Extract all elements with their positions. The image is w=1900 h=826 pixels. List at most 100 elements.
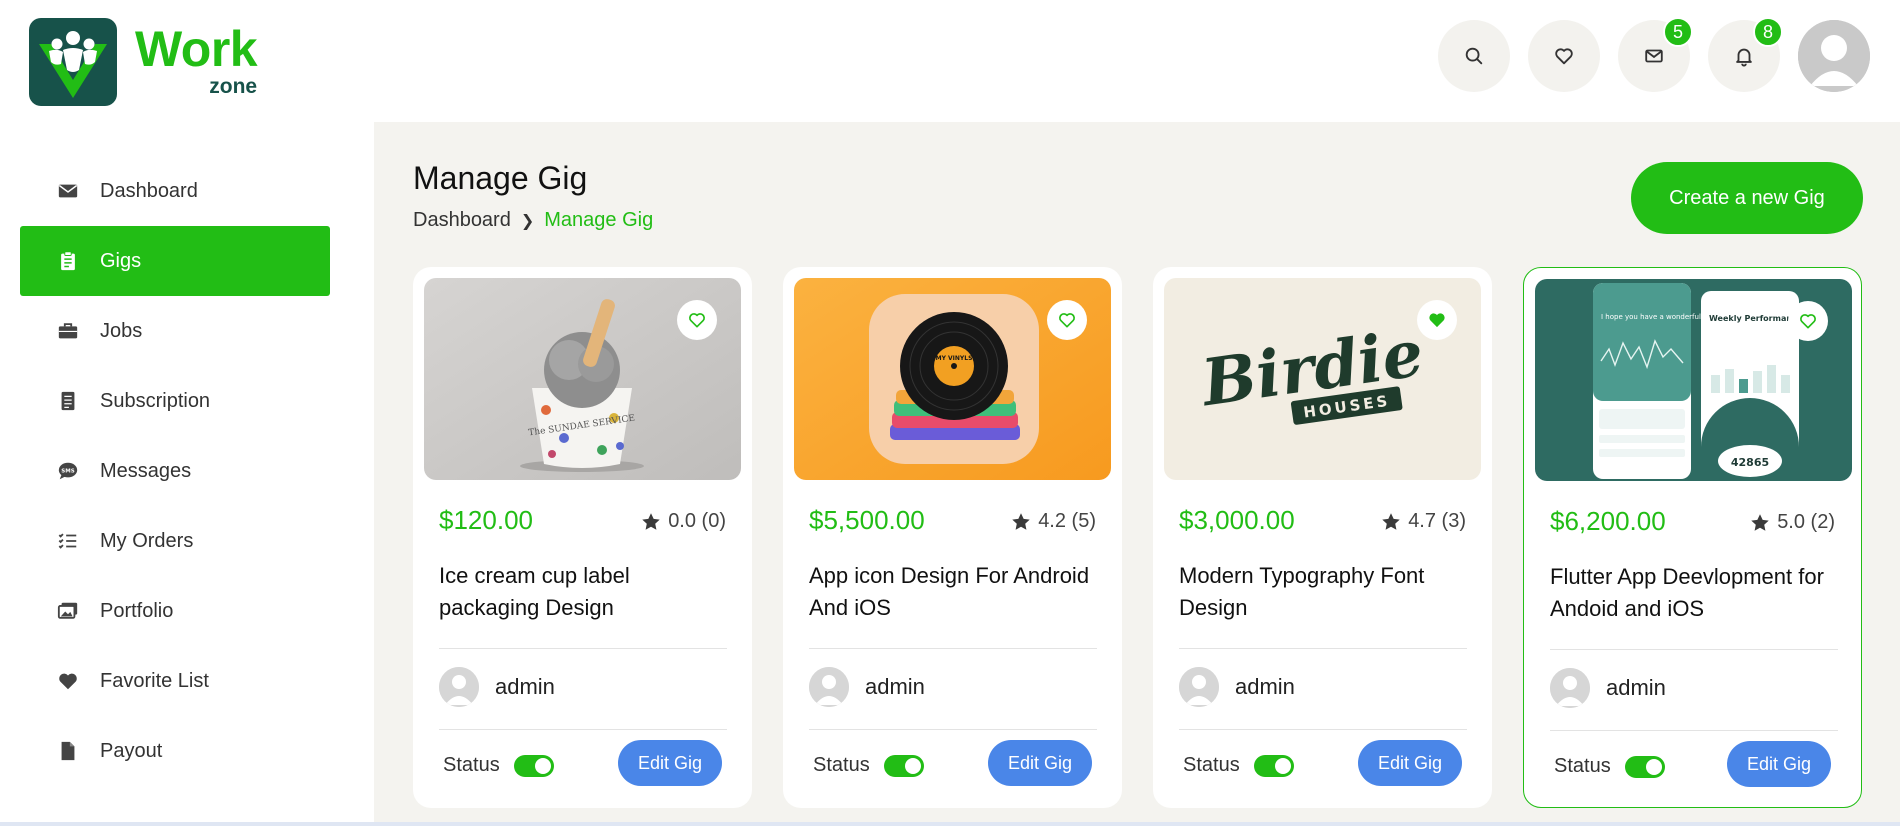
gig-price: $5,500.00 <box>809 505 925 535</box>
gig-price: $6,200.00 <box>1550 506 1666 536</box>
edit-gig-button[interactable]: Edit Gig <box>1358 740 1462 786</box>
edit-gig-button[interactable]: Edit Gig <box>1727 741 1831 787</box>
gig-card[interactable]: The SUNDAE SERVICE $120.00 0.0 (0) Ice c… <box>413 267 752 808</box>
heart-filled-icon <box>1429 313 1445 328</box>
bell-icon <box>1736 48 1752 67</box>
brand-subname: zone <box>209 75 258 98</box>
star-icon <box>1012 512 1030 530</box>
breadcrumb: Dashboard ❯ Manage Gig <box>413 209 653 232</box>
vinyl-label-text: MY VINYLS <box>936 355 973 362</box>
gig-status: Status <box>443 754 554 777</box>
sidebar-item-jobs[interactable]: Jobs <box>20 296 330 366</box>
sidebar-item-gigs[interactable]: Gigs <box>20 226 330 296</box>
heart-icon <box>1555 48 1573 65</box>
status-label: Status <box>1554 755 1611 777</box>
gig-status: Status <box>813 754 924 777</box>
status-toggle[interactable] <box>513 754 554 777</box>
sidebar-item-dashboard[interactable]: Dashboard <box>20 156 330 226</box>
app-root: Work zone 5 8 Dashboard Gigs Jobs Subscr… <box>0 0 1900 826</box>
breadcrumb-current: Manage Gig <box>544 209 654 231</box>
gig-rating-value: 0.0 (0) <box>668 510 726 532</box>
status-toggle[interactable] <box>1624 755 1665 778</box>
clipboard-icon <box>56 249 80 273</box>
images-icon <box>56 599 80 623</box>
brand-name: Work <box>135 21 258 77</box>
card-divider <box>439 648 727 649</box>
status-toggle[interactable] <box>883 754 924 777</box>
create-gig-button[interactable]: Create a new Gig <box>1631 162 1863 234</box>
briefcase-icon <box>56 319 80 343</box>
favorite-toggle[interactable] <box>1788 301 1828 341</box>
favorite-toggle[interactable] <box>1417 300 1457 340</box>
sidebar-item-label: Messages <box>100 459 192 482</box>
gig-card[interactable]: I hope you have a wonderful day! Weekly … <box>1523 267 1862 808</box>
gig-title[interactable]: Ice cream cup label packaging Design <box>439 560 729 624</box>
chevron-right-icon: ❯ <box>520 212 535 230</box>
gig-title[interactable]: Flutter App Deevlopment for Andoid and i… <box>1550 561 1840 625</box>
logo-mark-icon <box>29 18 117 106</box>
status-label: Status <box>443 754 500 776</box>
breadcrumb-root-link[interactable]: Dashboard <box>413 209 511 232</box>
envelope-icon <box>56 179 80 203</box>
sidebar-item-payout[interactable]: Payout <box>20 716 330 786</box>
sidebar-item-favorite-list[interactable]: Favorite List <box>20 646 330 716</box>
window-bottom-edge <box>0 822 1900 826</box>
gig-author: admin <box>439 667 555 707</box>
gig-status: Status <box>1554 755 1665 778</box>
favorite-toggle[interactable] <box>677 300 717 340</box>
card-divider <box>1179 648 1467 649</box>
status-label: Status <box>1183 754 1240 776</box>
star-icon <box>1751 513 1769 531</box>
favorites-button[interactable] <box>1528 20 1600 92</box>
gig-title[interactable]: App icon Design For Android And iOS <box>809 560 1099 624</box>
brand-logo[interactable]: Work zone <box>29 18 258 106</box>
user-avatar[interactable] <box>1798 20 1870 92</box>
gig-image: I hope you have a wonderful day! Weekly … <box>1535 279 1852 481</box>
edit-gig-button[interactable]: Edit Gig <box>988 740 1092 786</box>
gig-price: $3,000.00 <box>1179 505 1295 535</box>
heart-outline-icon <box>1800 314 1816 329</box>
gig-rating-value: 4.2 (5) <box>1038 510 1096 532</box>
favorite-toggle[interactable] <box>1047 300 1087 340</box>
star-icon <box>1382 512 1400 530</box>
edit-gig-button[interactable]: Edit Gig <box>618 740 722 786</box>
heart-outline-icon <box>689 313 705 328</box>
star-icon <box>642 512 660 530</box>
messages-badge: 5 <box>1663 17 1693 47</box>
messages-button[interactable]: 5 <box>1618 17 1693 92</box>
gig-title[interactable]: Modern Typography Font Design <box>1179 560 1469 624</box>
sidebar-item-label: My Orders <box>100 529 194 552</box>
author-name: admin <box>1606 675 1666 700</box>
sidebar-item-label: Jobs <box>100 319 143 342</box>
sidebar-item-subscription[interactable]: Subscription <box>20 366 330 436</box>
gig-image: MY VINYLS <box>794 278 1111 480</box>
gig-price: $120.00 <box>439 505 533 535</box>
gig-card[interactable]: MY VINYLS $5,500.00 4.2 (5) App icon Des… <box>783 267 1122 808</box>
search-icon <box>1465 47 1483 65</box>
list-doc-icon <box>56 389 80 413</box>
gig-rating: 4.2 (5) <box>1010 510 1096 533</box>
main-content: Manage Gig Dashboard ❯ Manage Gig Create… <box>374 122 1900 826</box>
heart-outline-icon <box>1059 313 1075 328</box>
gig-image: Birdie HOUSES <box>1164 278 1481 480</box>
gig-rating-value: 5.0 (2) <box>1777 511 1835 533</box>
author-avatar <box>1179 667 1219 707</box>
top-header: Work zone 5 8 <box>0 0 1900 122</box>
header-actions: 5 8 <box>1420 17 1870 92</box>
mail-icon <box>1645 49 1663 63</box>
card-divider <box>1550 730 1838 731</box>
sidebar-item-portfolio[interactable]: Portfolio <box>20 576 330 646</box>
sidebar: Dashboard Gigs Jobs Subscription SMS Mes… <box>0 122 374 826</box>
sidebar-item-label: Gigs <box>100 249 142 272</box>
svg-text:SMS: SMS <box>61 468 74 474</box>
notifications-button[interactable]: 8 <box>1708 17 1783 92</box>
sidebar-item-my-orders[interactable]: My Orders <box>20 506 330 576</box>
author-name: admin <box>1235 674 1295 699</box>
page-title: Manage Gig <box>413 160 588 196</box>
status-toggle[interactable] <box>1253 754 1294 777</box>
heart-icon <box>56 669 80 693</box>
status-label: Status <box>813 754 870 776</box>
search-button[interactable] <box>1438 20 1510 92</box>
gig-card[interactable]: Birdie HOUSES $3,000.00 4.7 (3) Modern T… <box>1153 267 1492 808</box>
sidebar-item-messages[interactable]: SMS Messages <box>20 436 330 506</box>
